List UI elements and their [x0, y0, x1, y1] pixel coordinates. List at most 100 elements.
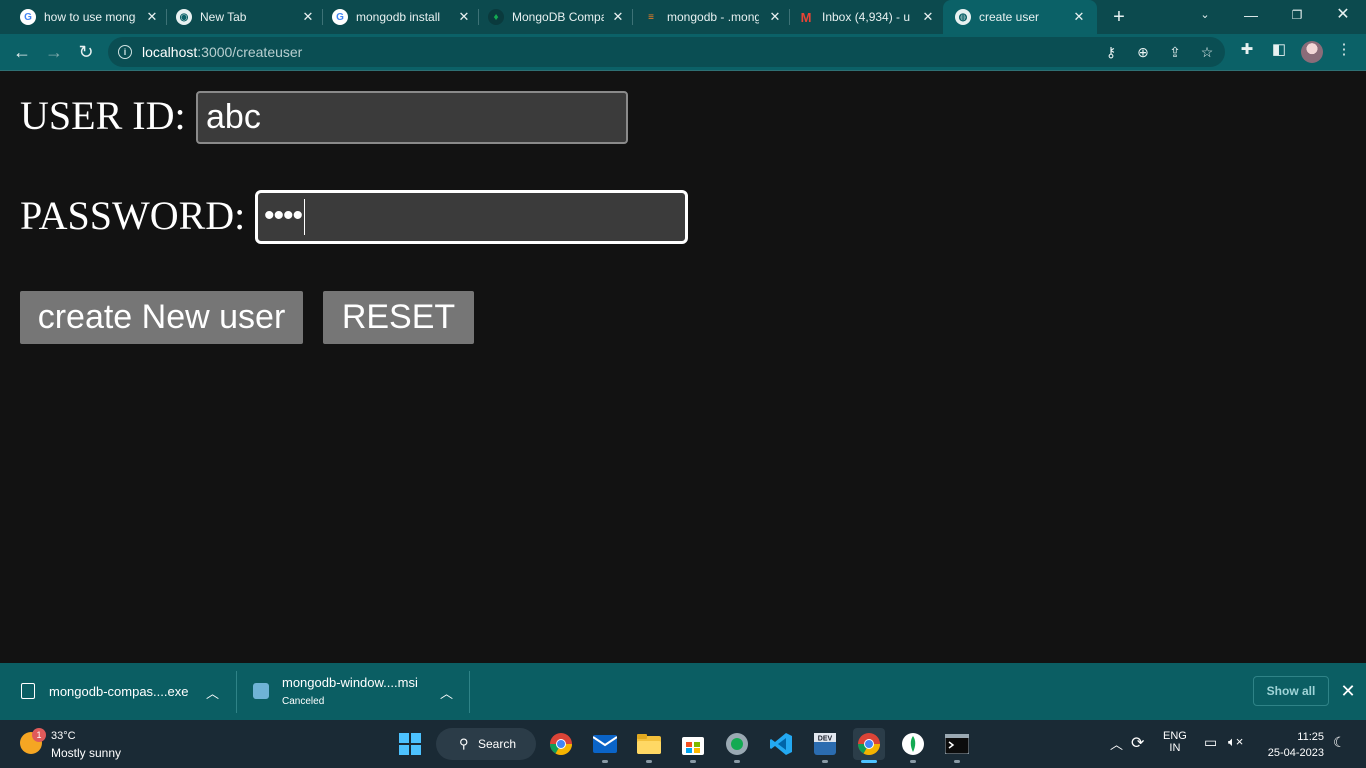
download-bar: mongodb-compas....exe ︿ mongodb-window..…: [0, 663, 1366, 720]
vscode-icon[interactable]: [765, 728, 797, 760]
windows-start-icon[interactable]: [394, 728, 426, 760]
microsoft-store-icon[interactable]: [677, 728, 709, 760]
globe-icon: ◍: [955, 9, 971, 25]
tray-overflow-chevron-icon[interactable]: ︿: [1110, 734, 1123, 753]
stackoverflow-icon: ≡: [648, 11, 654, 23]
password-label: PASSWORD:: [20, 193, 246, 238]
download-item[interactable]: mongodb-window....msi Canceled ︿: [237, 663, 469, 720]
tab-new-tab[interactable]: ◉ New Tab ✕: [156, 0, 323, 34]
tab-title: create user: [979, 10, 1040, 24]
tab-gmail-inbox[interactable]: M Inbox (4,934) - u ✕: [778, 0, 942, 34]
tab-title: mongodb - .mongo: [667, 10, 759, 24]
site-info-icon[interactable]: i: [118, 45, 132, 59]
gmail-icon: M: [800, 9, 812, 25]
tab-create-user[interactable]: ◍ create user ✕: [943, 0, 1097, 34]
download-status: Canceled: [282, 696, 325, 707]
download-item[interactable]: mongodb-compas....exe ︿: [0, 663, 236, 720]
region-code: IN: [1169, 742, 1181, 754]
close-tab-icon[interactable]: ✕: [1071, 9, 1087, 25]
zoom-icon[interactable]: ⊕: [1134, 43, 1152, 61]
taskbar-search[interactable]: ⚲ Search: [436, 728, 536, 760]
dev-home-icon[interactable]: DEV: [809, 728, 841, 760]
mongodb-compass-icon[interactable]: [721, 728, 753, 760]
back-arrow-icon[interactable]: ←: [10, 40, 34, 64]
network-icon[interactable]: ▭: [1204, 734, 1217, 751]
download-separator: [469, 671, 470, 713]
share-icon[interactable]: ⇪: [1166, 43, 1184, 61]
clock-date: 25-04-2023: [1267, 747, 1324, 759]
more-menu-icon[interactable]: ⋮: [1334, 40, 1354, 60]
userid-input[interactable]: abc: [196, 91, 628, 144]
reset-button[interactable]: RESET: [323, 291, 474, 344]
running-indicator: [910, 760, 916, 763]
windows-taskbar: 1 33°C Mostly sunny ⚲ Search DEV ︿ ⟳ ENG…: [0, 720, 1366, 768]
tab-title: MongoDB Compass: [512, 10, 604, 24]
browser-toolbar: ← → ↻ i localhost:3000/createuser ⚷ ⊕ ⇪ …: [0, 34, 1366, 70]
running-indicator: [734, 760, 740, 763]
file-explorer-icon[interactable]: [633, 728, 665, 760]
svg-text:DEV: DEV: [818, 736, 833, 743]
new-tab-plus-icon[interactable]: +: [1108, 6, 1130, 28]
key-icon[interactable]: ⚷: [1102, 43, 1120, 61]
sync-icon[interactable]: ⟳: [1131, 733, 1144, 753]
address-bar[interactable]: i localhost:3000/createuser ⚷ ⊕ ⇪ ☆: [108, 37, 1225, 67]
chevron-up-icon[interactable]: ︿: [206, 683, 219, 702]
show-all-downloads-button[interactable]: Show all: [1253, 676, 1329, 706]
chrome-icon: ◉: [176, 9, 192, 25]
terminal-icon[interactable]: [941, 728, 973, 760]
reload-icon[interactable]: ↻: [74, 40, 98, 64]
chevron-up-icon[interactable]: ︿: [440, 683, 453, 702]
close-window-icon[interactable]: ✕: [1320, 0, 1366, 34]
close-tab-icon[interactable]: ✕: [920, 9, 936, 25]
tab-search-chevron-icon[interactable]: ⌄: [1182, 0, 1228, 34]
weather-temperature: 33°C: [51, 730, 76, 742]
mongodb-leaf-icon: ♦: [488, 9, 504, 25]
password-value: ••••: [264, 199, 303, 232]
tab-title: New Tab: [200, 10, 247, 24]
running-indicator: [822, 760, 828, 763]
forward-arrow-icon[interactable]: →: [42, 40, 66, 64]
mongodb-leaf-icon[interactable]: [897, 728, 929, 760]
search-label: Search: [478, 737, 517, 751]
chrome-taskbar-icon[interactable]: [545, 728, 577, 760]
running-indicator: [954, 760, 960, 763]
download-filename: mongodb-compas....exe: [49, 684, 189, 699]
active-indicator: [861, 760, 877, 763]
profile-avatar[interactable]: [1301, 41, 1323, 63]
tab-mongodb-install[interactable]: G mongodb install ✕: [312, 0, 479, 34]
language-code: ENG: [1163, 730, 1187, 742]
url-text[interactable]: localhost:3000/createuser: [142, 44, 302, 60]
close-download-bar-icon[interactable]: ✕: [1338, 681, 1358, 701]
extensions-puzzle-icon[interactable]: ✚: [1237, 40, 1257, 60]
notification-badge: 1: [32, 728, 46, 742]
focus-moon-icon[interactable]: ☾: [1333, 734, 1346, 751]
running-indicator: [602, 760, 608, 763]
running-indicator: [646, 760, 652, 763]
restore-icon[interactable]: ❐: [1274, 0, 1320, 34]
tab-stackoverflow-mongodb[interactable]: ≡ mongodb - .mongo ✕: [623, 0, 790, 34]
page-content: USER ID: abc PASSWORD: •••• create New u…: [0, 71, 1366, 663]
system-clock[interactable]: 11:25 25-04-2023: [1258, 729, 1324, 761]
language-indicator[interactable]: ENG IN: [1163, 730, 1187, 754]
download-filename: mongodb-window....msi: [282, 675, 418, 690]
chrome-taskbar-icon-active[interactable]: [853, 728, 885, 760]
bookmark-star-icon[interactable]: ☆: [1198, 43, 1216, 61]
browser-tab-strip: G how to use mongodb ✕ ◉ New Tab ✕ G mon…: [0, 0, 1366, 34]
create-user-button[interactable]: create New user: [20, 291, 303, 344]
msi-file-icon: [253, 683, 269, 699]
tab-how-to-use-mongodb[interactable]: G how to use mongodb ✕: [0, 0, 167, 34]
weather-condition: Mostly sunny: [51, 746, 122, 760]
google-icon: G: [332, 9, 348, 25]
side-panel-icon[interactable]: ◧: [1269, 40, 1289, 60]
mail-icon[interactable]: [589, 728, 621, 760]
tab-title: how to use mongodb: [44, 10, 136, 24]
minimize-icon[interactable]: —: [1228, 0, 1274, 34]
running-indicator: [690, 760, 696, 763]
userid-label: USER ID:: [20, 93, 186, 138]
volume-muted-icon[interactable]: 🔈︎×: [1228, 734, 1243, 750]
tab-mongodb-compass[interactable]: ♦ MongoDB Compass ✕: [468, 0, 633, 34]
text-caret: [304, 199, 306, 236]
password-input[interactable]: ••••: [255, 190, 688, 244]
url-host: localhost: [142, 44, 198, 60]
tab-title: Inbox (4,934) - u: [822, 10, 911, 24]
